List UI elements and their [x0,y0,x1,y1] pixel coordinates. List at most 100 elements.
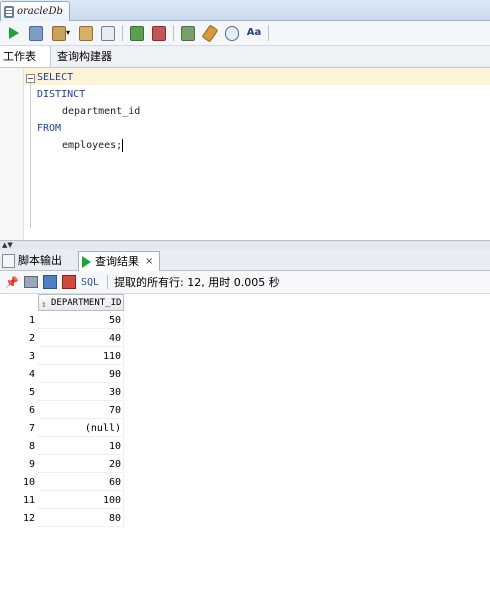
document-tab-bar: oracleDb [0,0,490,21]
table-row[interactable]: 5 30 [0,384,126,402]
splitter-arrows-icon[interactable]: ▲▼ [2,242,13,249]
row-number: 8 [28,441,35,452]
table-row[interactable]: 9 20 [0,456,126,474]
row-number: 4 [28,369,35,380]
eraser-button[interactable] [201,23,219,43]
export-button[interactable] [43,275,57,289]
department-id-cell[interactable]: 20 [38,456,124,473]
toolbar-separator [107,275,109,289]
sql-tuning-button[interactable] [151,25,167,41]
run-script-icon [29,25,43,41]
department-id-cell[interactable]: 10 [38,438,124,455]
close-icon[interactable]: × [145,252,153,271]
row-number: 6 [28,405,35,416]
print-icon [24,276,38,288]
fold-guide-line [30,83,31,228]
tab-query-result[interactable]: 查询结果 × [78,251,160,271]
tab-script-output[interactable]: 脚本输出 [0,251,76,270]
row-number: 2 [28,333,35,344]
department-id-cell[interactable]: 70 [38,402,124,419]
table-row[interactable]: 1 50 [0,312,126,330]
cancel-icon [62,275,76,289]
code-line-table-text: employees; [62,140,123,151]
commit-icon [51,25,66,41]
result-grid: ⇕ DEPARTMENT_ID 1 50 2 40 3 110 4 90 5 30 6 70 7 (nul… [0,294,490,594]
department-id-cell[interactable]: 30 [38,384,124,401]
dropdown-arrow-icon: ▾ [65,28,70,37]
sort-icon: ⇕ [41,300,47,310]
explain-plan-button[interactable] [129,25,145,41]
table-row[interactable]: 7 (null) [0,420,126,438]
code-line-from: FROM [37,123,62,134]
department-id-cell[interactable]: (null) [38,420,124,437]
eraser-icon [201,23,219,43]
editor-gutter [0,68,24,240]
row-number: 12 [22,513,35,524]
script-output-icon [2,253,15,268]
worksheet-toolbar: ▾ Aa [0,21,490,46]
column-header-department-id[interactable]: ⇕ DEPARTMENT_ID [38,294,124,311]
tab-worksheet[interactable]: 工作表 [0,46,51,67]
cancel-query-button[interactable] [62,275,76,289]
clear-button[interactable] [180,25,196,41]
format-button[interactable]: Aa [246,25,262,41]
department-id-cell[interactable]: 60 [38,474,124,491]
toolbar-separator [173,25,174,41]
result-toolbar: 📌 SQL 提取的所有行: 12, 用时 0.005 秒 [0,271,490,294]
tab-query-builder[interactable]: 查询构建器 [54,46,115,67]
code-line-column: department_id [62,106,141,117]
run-statement-button[interactable] [6,25,22,41]
commit-button[interactable]: ▾ [50,25,72,41]
row-number: 10 [22,477,35,488]
fold-toggle-icon[interactable] [26,74,35,83]
document-tab-label: oracleDb [17,6,63,17]
rollback-icon [79,25,93,41]
table-row[interactable]: 12 80 [0,510,126,528]
tab-script-output-label: 脚本输出 [18,254,62,267]
pin-button[interactable]: 📌 [5,275,19,289]
table-row[interactable]: 10 60 [0,474,126,492]
document-tab-oracledb[interactable]: oracleDb [0,1,70,21]
department-id-cell[interactable]: 90 [38,366,124,383]
table-row[interactable]: 3 110 [0,348,126,366]
toolbar-separator [268,25,269,41]
format-icon: Aa [246,27,262,38]
pin-icon: 📌 [5,275,19,289]
department-id-cell[interactable]: 110 [38,348,124,365]
code-line-select: SELECT [37,72,74,83]
department-id-cell[interactable]: 40 [38,330,124,347]
column-header-label: DEPARTMENT_ID [51,298,122,308]
code-line-distinct: DISTINCT [37,89,86,100]
run-statement-icon [9,27,19,39]
sql-link[interactable]: SQL [81,277,99,288]
worksheet-subtabs: 工作表 查询构建器 [0,46,490,68]
department-id-cell[interactable]: 100 [38,492,124,509]
code-line-table: employees; [62,137,124,154]
table-row[interactable]: 11 100 [0,492,126,510]
history-icon [225,25,239,41]
fetch-status-text: 提取的所有行: 12, 用时 0.005 秒 [114,276,280,289]
table-row[interactable]: 2 40 [0,330,126,348]
department-id-cell[interactable]: 50 [38,312,124,329]
history-button[interactable] [224,25,240,41]
explain-plan-icon [130,25,144,41]
table-row[interactable]: 4 90 [0,366,126,384]
rollback-button[interactable] [78,25,94,41]
clear-icon [181,25,195,41]
row-number: 1 [28,315,35,326]
row-number: 7 [28,423,35,434]
print-button[interactable] [24,275,38,289]
tab-query-result-label: 查询结果 [95,255,139,268]
row-number: 3 [28,351,35,362]
table-row[interactable]: 6 70 [0,402,126,420]
row-number: 9 [28,459,35,470]
query-result-icon [82,255,91,268]
export-icon [43,275,57,289]
row-number: 11 [22,495,35,506]
table-row[interactable]: 8 10 [0,438,126,456]
autotrace-button[interactable] [100,25,116,41]
run-script-button[interactable] [28,25,44,41]
sql-tuning-icon [152,25,166,41]
row-number: 5 [28,387,35,398]
department-id-cell[interactable]: 80 [38,510,124,527]
